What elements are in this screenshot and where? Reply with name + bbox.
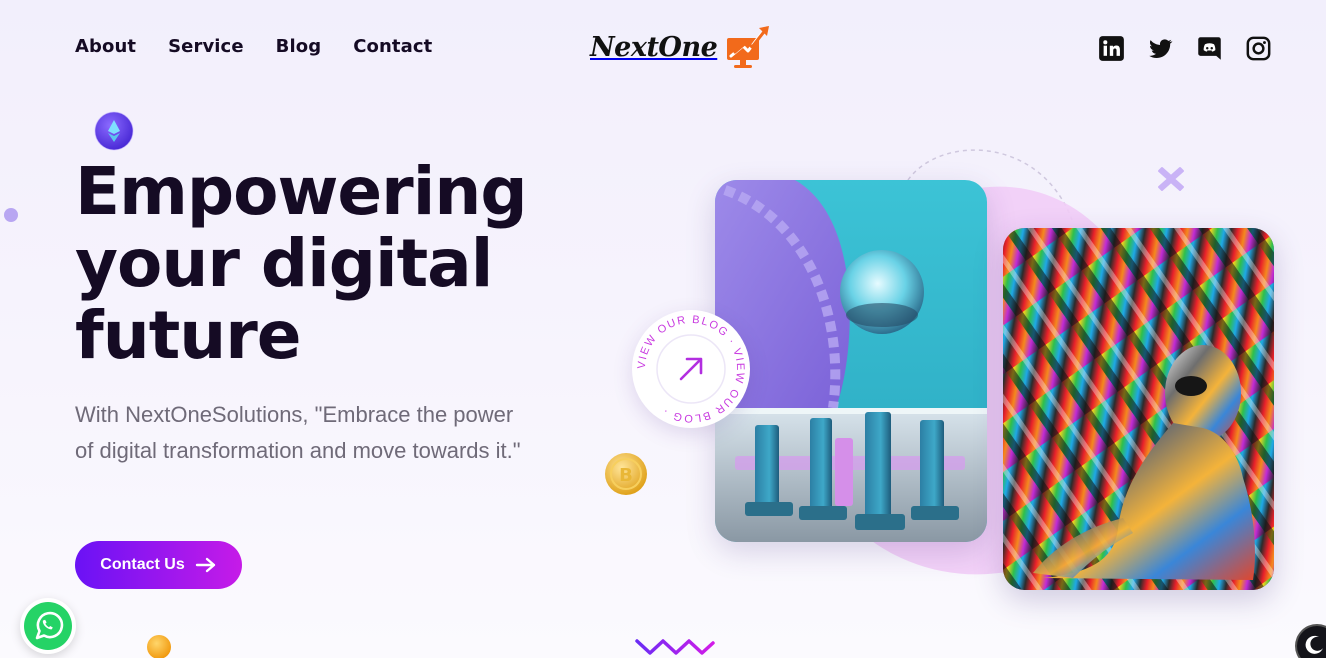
orange-ball bbox=[147, 635, 171, 658]
social-links bbox=[1098, 35, 1272, 62]
nav-link-service[interactable]: Service bbox=[168, 36, 244, 57]
nav-link-about[interactable]: About bbox=[75, 36, 136, 57]
site-logo[interactable]: NextOne bbox=[590, 24, 773, 70]
linkedin-icon[interactable] bbox=[1098, 35, 1125, 62]
contact-us-button[interactable]: Contact Us bbox=[75, 541, 242, 589]
view-blog-badge[interactable]: VIEW OUR BLOG · VIEW OUR BLOG · bbox=[632, 310, 750, 428]
twitter-icon[interactable] bbox=[1147, 35, 1174, 62]
whatsapp-icon bbox=[24, 602, 72, 650]
svg-text:B: B bbox=[619, 465, 633, 486]
whatsapp-chat-button[interactable] bbox=[20, 598, 76, 654]
hero-title-line: your digital bbox=[75, 225, 493, 302]
purple-dot bbox=[4, 208, 18, 222]
hero-image-3d-scene bbox=[715, 180, 987, 542]
hero-image-chrome-figure bbox=[1003, 228, 1274, 590]
x-shape-decoration bbox=[1158, 167, 1184, 191]
bitcoin-coin-icon: B bbox=[605, 453, 647, 495]
nav-link-blog[interactable]: Blog bbox=[276, 36, 322, 57]
instagram-icon[interactable] bbox=[1245, 35, 1272, 62]
dark-mode-toggle[interactable] bbox=[1295, 624, 1326, 658]
logo-monitor-arrow-icon bbox=[727, 26, 770, 68]
zigzag-decoration bbox=[635, 639, 715, 655]
ethereum-coin-icon bbox=[94, 111, 134, 151]
hero-title-line: Empowering bbox=[75, 153, 528, 230]
contact-us-label: Contact Us bbox=[100, 556, 185, 573]
moon-icon bbox=[1305, 635, 1323, 654]
hero-subtitle: With NextOneSolutions, "Embrace the powe… bbox=[75, 402, 521, 463]
arrow-up-right-icon bbox=[679, 357, 703, 381]
discord-icon[interactable] bbox=[1196, 35, 1223, 62]
arrow-right-icon bbox=[195, 557, 215, 573]
main-nav: About Service Blog Contact bbox=[75, 36, 432, 57]
nav-link-contact[interactable]: Contact bbox=[353, 36, 432, 57]
hero-title-line: future bbox=[75, 297, 302, 374]
logo-text: NextOne bbox=[590, 31, 718, 63]
hero-title: Empowering your digital future bbox=[75, 156, 595, 372]
